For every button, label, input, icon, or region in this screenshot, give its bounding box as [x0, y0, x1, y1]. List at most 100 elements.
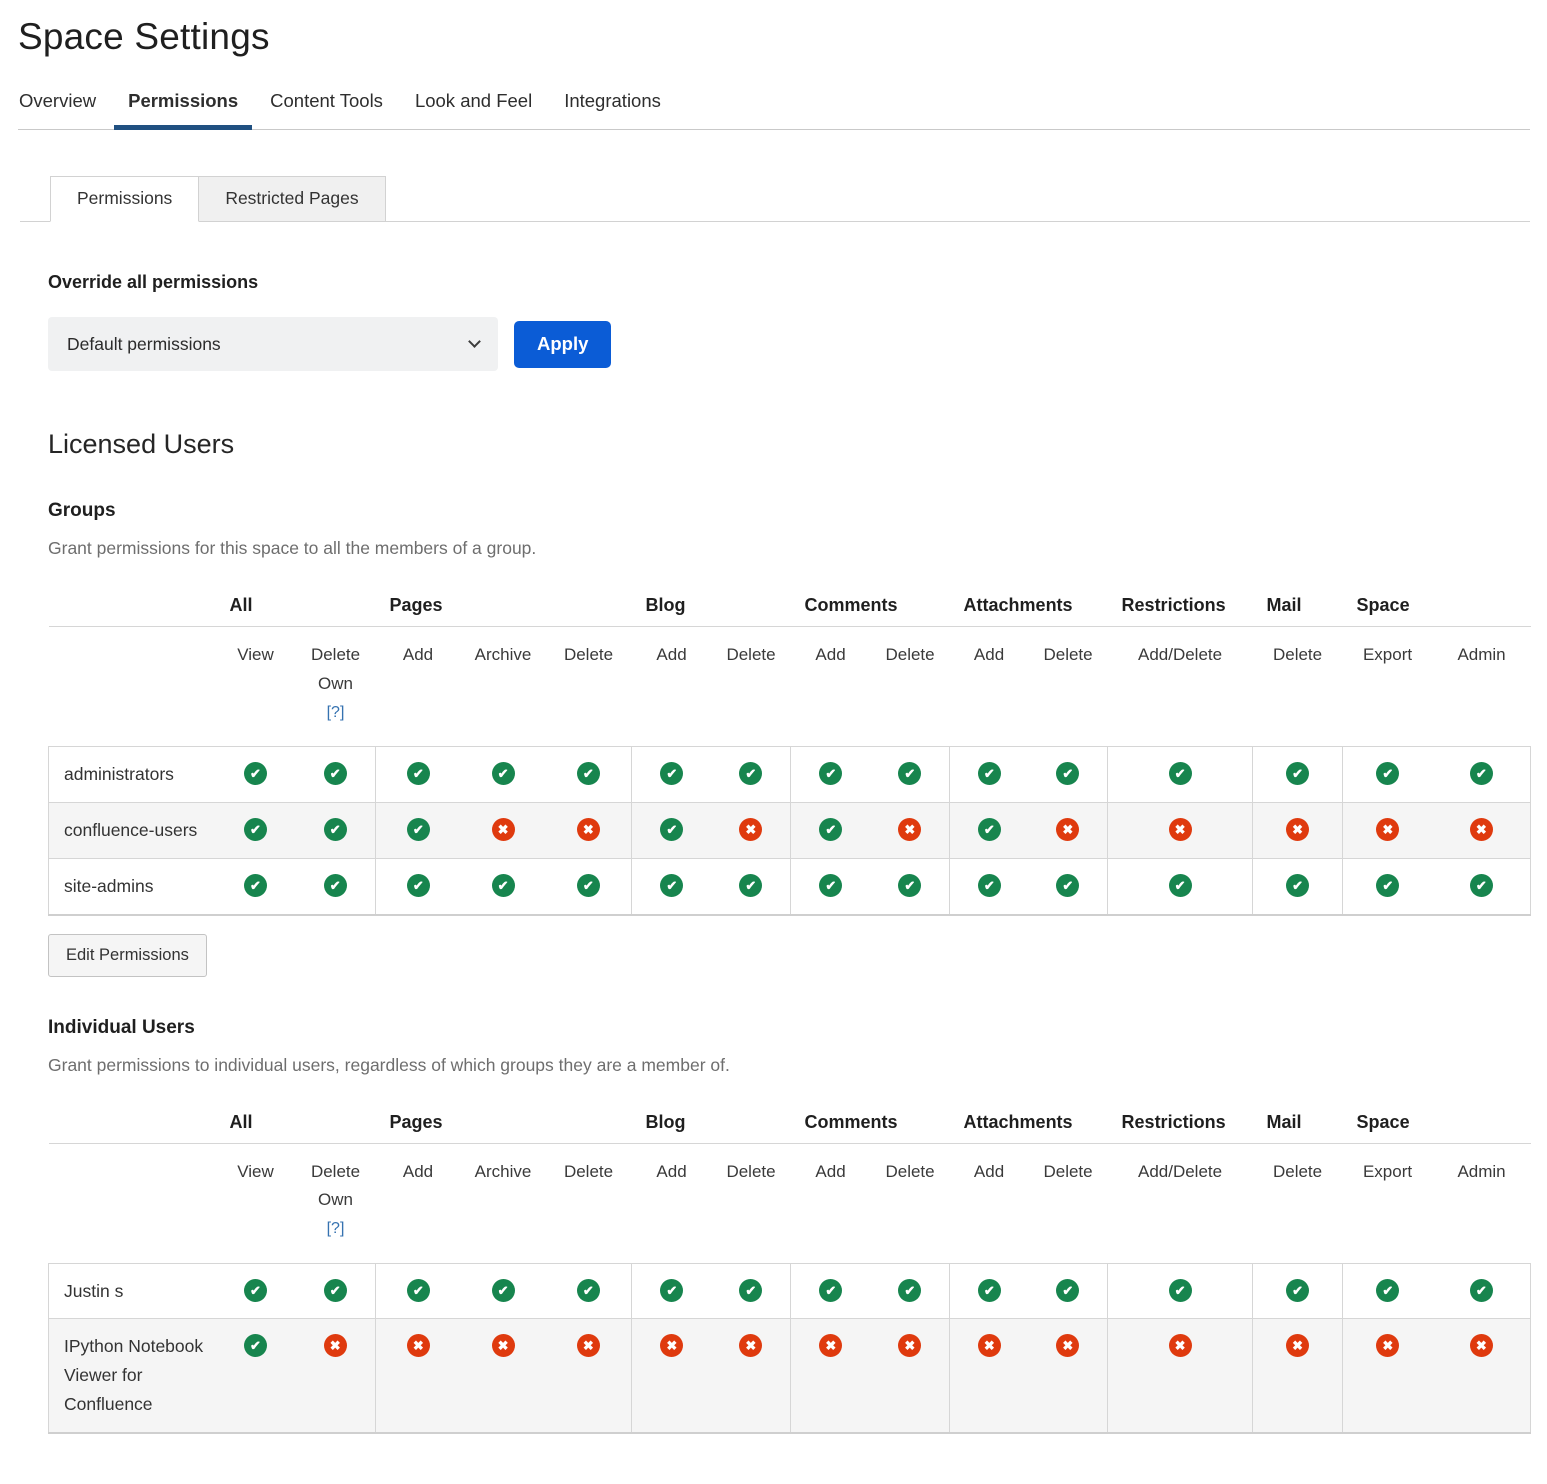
column-header-comments-add: Add [791, 627, 871, 747]
nav-tab-overview[interactable]: Overview [18, 90, 97, 129]
apply-button[interactable]: Apply [514, 321, 611, 368]
perm-cell: ✔ [1253, 1263, 1343, 1319]
perm-cell: ✔ [1108, 1263, 1253, 1319]
perm-cell: ✔ [461, 1263, 546, 1319]
nav-tab-integrations[interactable]: Integrations [563, 90, 662, 129]
perm-cell: ✖ [461, 1319, 546, 1433]
row-label-spacer [49, 627, 216, 747]
column-group-space: Space [1343, 583, 1531, 627]
perm-cell: ✔ [296, 802, 376, 858]
column-header-mail-delete: Delete [1253, 627, 1343, 747]
permissions-content: Override all permissions Default permiss… [48, 272, 1530, 1434]
nav-tab-content-tools[interactable]: Content Tools [269, 90, 384, 129]
perm-cell: ✔ [1253, 746, 1343, 802]
column-header-blog-add: Add [632, 627, 712, 747]
perm-cell: ✖ [1029, 802, 1108, 858]
perm-cell: ✔ [1108, 858, 1253, 914]
perm-cell: ✔ [296, 1263, 376, 1319]
groups-description: Grant permissions for this space to all … [48, 538, 1530, 559]
permission-denied-icon: ✖ [1376, 818, 1399, 841]
permission-granted-icon: ✔ [1169, 874, 1192, 897]
permission-granted-icon: ✔ [324, 818, 347, 841]
nav-tab-look-and-feel[interactable]: Look and Feel [414, 90, 533, 129]
individual-users-heading: Individual Users [48, 1017, 1530, 1039]
permission-denied-icon: ✖ [492, 1334, 515, 1357]
permission-granted-icon: ✔ [1286, 1279, 1309, 1302]
delete-own-help-link[interactable]: [?] [298, 1215, 374, 1242]
column-header-label: Add [403, 1162, 433, 1181]
column-header-comments-add: Add [791, 1143, 871, 1263]
permission-granted-icon: ✔ [244, 874, 267, 897]
permission-granted-icon: ✔ [978, 874, 1001, 897]
permission-denied-icon: ✖ [660, 1334, 683, 1357]
column-header-label: Admin [1457, 1162, 1505, 1181]
column-header-row: ViewDelete Own[?]AddArchiveDeleteAddDele… [49, 1143, 1531, 1263]
permission-granted-icon: ✔ [819, 1279, 842, 1302]
perm-cell: ✔ [216, 802, 296, 858]
perm-cell: ✔ [791, 802, 871, 858]
permission-granted-icon: ✔ [577, 874, 600, 897]
perm-cell: ✖ [791, 1319, 871, 1433]
column-group-all: All [216, 1100, 376, 1144]
permission-granted-icon: ✔ [739, 874, 762, 897]
column-header-label: Add [656, 645, 686, 664]
permission-granted-icon: ✔ [1286, 874, 1309, 897]
override-permissions-selected-value: Default permissions [67, 334, 221, 355]
nav-tab-permissions[interactable]: Permissions [127, 90, 239, 129]
column-header-label: Add [403, 645, 433, 664]
column-header-space-admin: Admin [1433, 627, 1531, 747]
column-group-restrictions: Restrictions [1108, 583, 1253, 627]
perm-cell: ✔ [1029, 1263, 1108, 1319]
permission-granted-icon: ✔ [324, 1279, 347, 1302]
permission-denied-icon: ✖ [492, 818, 515, 841]
row-label: Justin s [49, 1263, 216, 1319]
perm-cell: ✔ [296, 746, 376, 802]
permission-granted-icon: ✔ [407, 1279, 430, 1302]
column-header-label: Archive [475, 1162, 532, 1181]
perm-cell: ✖ [871, 802, 950, 858]
column-group-blog: Blog [632, 583, 791, 627]
column-header-space-export: Export [1343, 1143, 1433, 1263]
column-group-header-row: AllPagesBlogCommentsAttachmentsRestricti… [49, 583, 1531, 627]
permission-denied-icon: ✖ [739, 1334, 762, 1357]
perm-cell: ✔ [376, 858, 461, 914]
row-label: IPython Notebook Viewer for Confluence [49, 1319, 216, 1433]
perm-cell: ✔ [376, 802, 461, 858]
perm-cell: ✖ [1343, 1319, 1433, 1433]
space-settings-page: Space Settings Overview Permissions Cont… [0, 0, 1547, 1434]
override-permissions-select[interactable]: Default permissions [48, 317, 498, 371]
perm-cell: ✖ [546, 802, 632, 858]
perm-cell: ✖ [296, 1319, 376, 1433]
permission-denied-icon: ✖ [978, 1334, 1001, 1357]
permission-granted-icon: ✔ [244, 762, 267, 785]
permission-granted-icon: ✔ [978, 1279, 1001, 1302]
sub-tab-permissions[interactable]: Permissions [50, 176, 199, 222]
column-header-label: Add/Delete [1138, 645, 1222, 664]
column-header-pages-archive: Archive [461, 627, 546, 747]
permission-granted-icon: ✔ [739, 1279, 762, 1302]
edit-permissions-button[interactable]: Edit Permissions [48, 934, 207, 977]
perm-cell: ✔ [632, 858, 712, 914]
individual-users-permissions-table: AllPagesBlogCommentsAttachmentsRestricti… [48, 1100, 1531, 1434]
perm-cell: ✔ [1108, 746, 1253, 802]
perm-cell: ✔ [461, 746, 546, 802]
perm-cell: ✖ [1253, 802, 1343, 858]
perm-cell: ✔ [1029, 858, 1108, 914]
column-header-restrictions-add-delete: Add/Delete [1108, 627, 1253, 747]
column-header-pages-add: Add [376, 627, 461, 747]
column-header-label: Delete [1273, 1162, 1322, 1181]
permission-granted-icon: ✔ [492, 762, 515, 785]
perm-cell: ✖ [632, 1319, 712, 1433]
permission-granted-icon: ✔ [1286, 762, 1309, 785]
row-label-spacer [49, 583, 216, 627]
permission-granted-icon: ✔ [978, 762, 1001, 785]
page-title: Space Settings [18, 16, 1530, 58]
perm-cell: ✔ [950, 802, 1029, 858]
column-header-attachments-delete: Delete [1029, 1143, 1108, 1263]
permission-denied-icon: ✖ [819, 1334, 842, 1357]
column-header-comments-delete: Delete [871, 627, 950, 747]
column-header-all-view: View [216, 1143, 296, 1263]
perm-cell: ✔ [546, 1263, 632, 1319]
delete-own-help-link[interactable]: [?] [298, 699, 374, 726]
sub-tab-restricted-pages[interactable]: Restricted Pages [199, 176, 385, 222]
